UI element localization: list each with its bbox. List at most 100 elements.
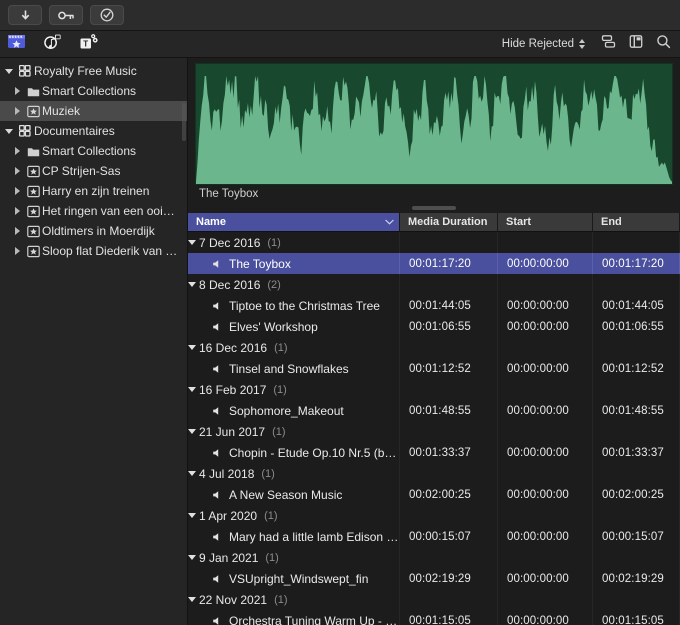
- row-name-cell: Chopin - Etude Op.10 Nr.5 (blac…: [188, 442, 400, 463]
- filmstrip-view-icon[interactable]: [629, 34, 643, 54]
- star-icon: [24, 165, 42, 178]
- column-header-start[interactable]: Start: [498, 213, 593, 232]
- search-icon[interactable]: [656, 34, 671, 54]
- audio-waveform[interactable]: [195, 63, 673, 185]
- table-group-header[interactable]: 4 Jul 2018 (1): [188, 463, 680, 484]
- row-media-duration-cell: 00:01:33:37: [400, 442, 498, 463]
- column-header-media-duration-label: Media Duration: [408, 216, 488, 228]
- group-name-cell: 21 Jun 2017 (1): [188, 421, 400, 442]
- hide-rejected-dropdown[interactable]: Hide Rejected: [502, 38, 585, 50]
- column-header-media-duration[interactable]: Media Duration: [400, 213, 498, 232]
- sidebar-item-smart-collections[interactable]: Smart Collections: [0, 141, 187, 161]
- hide-rejected-label: Hide Rejected: [501, 38, 574, 50]
- table-group-header[interactable]: 7 Dec 2016 (1): [188, 232, 680, 253]
- table-group-header[interactable]: 21 Jun 2017 (1): [188, 421, 680, 442]
- music-browser-icon[interactable]: [42, 33, 62, 55]
- sidebar-item-label: Oldtimers in Moerdijk: [42, 224, 155, 238]
- sidebar-scrollbar[interactable]: [182, 103, 186, 141]
- table-row[interactable]: Tiptoe to the Christmas Tree 00:01:44:05 0…: [188, 295, 680, 316]
- disclosure-triangle-closed-icon[interactable]: [10, 187, 24, 195]
- disclosure-triangle-closed-icon[interactable]: [10, 167, 24, 175]
- folder-icon: [24, 145, 42, 158]
- group-empty-cell: [498, 463, 593, 484]
- analyze-button[interactable]: [90, 5, 124, 25]
- preview-table-divider[interactable]: [188, 203, 680, 213]
- table-row[interactable]: Sophomore_Makeout 00:01:48:55 00:00:00:00 0…: [188, 400, 680, 421]
- disclosure-triangle-closed-icon[interactable]: [10, 227, 24, 235]
- table-header-row: Name Media Duration Start End: [188, 213, 680, 232]
- sidebar-item-sloop-flat-diederik-van-tel[interactable]: Sloop flat Diederik van Tel…: [0, 241, 187, 261]
- group-empty-cell: [498, 232, 593, 253]
- library-icon: [16, 124, 34, 138]
- disclosure-triangle-open-icon[interactable]: [188, 387, 196, 392]
- table-row[interactable]: Chopin - Etude Op.10 Nr.5 (blac… 00:01:33…: [188, 442, 680, 463]
- row-end-cell: 00:01:06:55: [593, 316, 680, 337]
- star-icon: [24, 205, 42, 218]
- row-media-duration-cell: 00:01:15:05: [400, 610, 498, 625]
- row-start-cell: 00:00:00:00: [498, 442, 593, 463]
- media-browser-icon[interactable]: [7, 33, 26, 55]
- group-date-label: 9 Jan 2021: [199, 550, 259, 565]
- folder-icon: [24, 85, 42, 98]
- group-date-label: 4 Jul 2018: [199, 466, 255, 481]
- table-group-header[interactable]: 8 Dec 2016 (2): [188, 274, 680, 295]
- row-name-label: The Toybox: [229, 256, 291, 271]
- table-group-header[interactable]: 22 Nov 2021 (1): [188, 589, 680, 610]
- group-empty-cell: [498, 589, 593, 610]
- column-header-name[interactable]: Name: [188, 213, 400, 232]
- divider-grabber[interactable]: [412, 206, 456, 210]
- disclosure-triangle-closed-icon[interactable]: [10, 207, 24, 215]
- sidebar-item-harry-en-zijn-treinen[interactable]: Harry en zijn treinen: [0, 181, 187, 201]
- sidebar-item-oldtimers-in-moerdijk[interactable]: Oldtimers in Moerdijk: [0, 221, 187, 241]
- disclosure-triangle-closed-icon[interactable]: [10, 247, 24, 255]
- library-icon: [16, 64, 34, 78]
- browser-main: The Toybox Name Media Duration Start End…: [188, 58, 680, 625]
- import-media-button[interactable]: [8, 5, 42, 25]
- table-group-header[interactable]: 16 Dec 2016 (1): [188, 337, 680, 358]
- sidebar-item-muziek[interactable]: Muziek: [0, 101, 187, 121]
- disclosure-triangle-closed-icon[interactable]: [10, 147, 24, 155]
- table-row[interactable]: Elves' Workshop 00:01:06:55 00:00:00:00 00:…: [188, 316, 680, 337]
- table-row[interactable]: Tinsel and Snowflakes 00:01:12:52 00:00:00…: [188, 358, 680, 379]
- disclosure-triangle-open-icon[interactable]: [2, 68, 16, 74]
- disclosure-triangle-open-icon[interactable]: [188, 513, 196, 518]
- sidebar-item-documentaires[interactable]: Documentaires: [0, 121, 187, 141]
- sidebar-item-royalty-free-music[interactable]: Royalty Free Music: [0, 61, 187, 81]
- group-empty-cell: [593, 337, 680, 358]
- row-media-duration-cell: 00:01:12:52: [400, 358, 498, 379]
- table-row[interactable]: Orchestra Tuning Warm Up - C… 00:01:15:05…: [188, 610, 680, 625]
- group-name-cell: 9 Jan 2021 (1): [188, 547, 400, 568]
- disclosure-triangle-open-icon[interactable]: [2, 128, 16, 134]
- table-group-header[interactable]: 1 Apr 2020 (1): [188, 505, 680, 526]
- row-media-duration-cell: 00:02:00:25: [400, 484, 498, 505]
- titles-browser-icon[interactable]: T: [78, 33, 98, 55]
- table-group-header[interactable]: 16 Feb 2017 (1): [188, 379, 680, 400]
- disclosure-triangle-open-icon[interactable]: [188, 597, 196, 602]
- keyword-button[interactable]: [49, 5, 83, 25]
- table-row[interactable]: The Toybox 00:01:17:20 00:00:00:00 00:01:17…: [188, 253, 680, 274]
- libraries-sidebar[interactable]: Royalty Free Music Smart Collections Muzie…: [0, 58, 188, 625]
- column-header-end[interactable]: End: [593, 213, 680, 232]
- list-view-icon[interactable]: [601, 34, 616, 54]
- group-count-label: (1): [272, 425, 286, 438]
- sidebar-item-het-ringen-van-een-ooievaar[interactable]: Het ringen van een ooievaar: [0, 201, 187, 221]
- sidebar-item-cp-strijen-sas[interactable]: CP Strijen-Sas: [0, 161, 187, 181]
- audio-clip-icon: [212, 406, 222, 416]
- disclosure-triangle-open-icon[interactable]: [188, 471, 196, 476]
- disclosure-triangle-closed-icon[interactable]: [10, 87, 24, 95]
- disclosure-triangle-open-icon[interactable]: [188, 555, 196, 560]
- audio-clip-icon: [212, 259, 222, 269]
- disclosure-triangle-open-icon[interactable]: [188, 429, 196, 434]
- table-group-header[interactable]: 9 Jan 2021 (1): [188, 547, 680, 568]
- disclosure-triangle-open-icon[interactable]: [188, 345, 196, 350]
- row-name-label: A New Season Music: [229, 487, 343, 502]
- table-row[interactable]: A New Season Music 00:02:00:25 00:00:00:00…: [188, 484, 680, 505]
- disclosure-triangle-open-icon[interactable]: [188, 282, 196, 287]
- disclosure-triangle-open-icon[interactable]: [188, 240, 196, 245]
- table-row[interactable]: Mary had a little lamb Edison n… 00:00:15…: [188, 526, 680, 547]
- table-row[interactable]: VSUpright_Windswept_fin 00:02:19:29 00:00:…: [188, 568, 680, 589]
- row-end-cell: 00:01:33:37: [593, 442, 680, 463]
- sidebar-item-smart-collections[interactable]: Smart Collections: [0, 81, 187, 101]
- final-cut-pro-browser-window: T Hide Rejected Royalty Free Music Smart…: [0, 0, 680, 625]
- disclosure-triangle-closed-icon[interactable]: [10, 107, 24, 115]
